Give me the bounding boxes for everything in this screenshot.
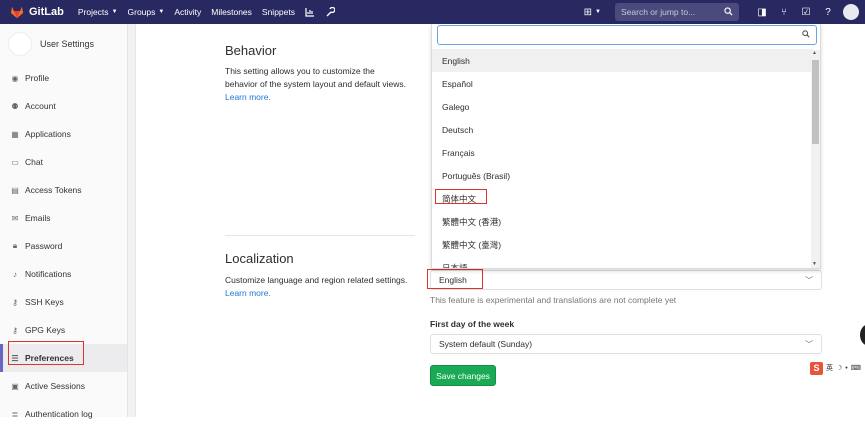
dropdown-option-simplified-chinese[interactable]: 简体中文 [432, 187, 813, 210]
plus-square-icon: ⊞ [583, 6, 593, 18]
help-icon[interactable]: ? [817, 7, 839, 18]
dropdown-option-traditional-chinese-tw[interactable]: 繁體中文 (臺灣) [432, 233, 813, 256]
scroll-up-icon[interactable]: ▲ [812, 50, 817, 56]
highlight-box-preferences [8, 341, 84, 365]
key-icon: ⚷ [12, 297, 18, 307]
user-avatar[interactable] [843, 4, 859, 20]
bell-icon: ♪ [13, 269, 17, 279]
first-day-label: First day of the week [430, 319, 515, 329]
chat-icon: ▭ [11, 157, 19, 167]
monitor-icon: ▣ [11, 381, 19, 391]
localization-description: Customize language and region related se… [225, 275, 408, 300]
ime-toolbar[interactable]: S 英 ☽ • ⌨ [810, 361, 861, 375]
nav-activity[interactable]: Activity [174, 7, 201, 17]
chevron-down-icon: ﹀ [805, 275, 813, 285]
dropdown-scrollbar[interactable]: ▲ ▼ [811, 50, 820, 268]
sidebar-item-applications[interactable]: ▦ Applications [0, 120, 127, 148]
sidebar-item-access-tokens[interactable]: ▤ Access Tokens [0, 176, 127, 204]
sogou-ime-icon: S [810, 361, 823, 375]
lock-icon: 🔒︎ [12, 241, 18, 250]
localization-learn-more-link[interactable]: Learn more. [225, 287, 407, 300]
key-icon: ⚷ [12, 325, 18, 335]
dropdown-search-input[interactable] [442, 28, 792, 38]
sidebar-item-password[interactable]: 🔒︎ Password [0, 232, 127, 260]
save-changes-button[interactable]: Save changes [430, 365, 496, 386]
token-icon: ▤ [11, 185, 19, 195]
scroll-down-icon[interactable]: ▼ [812, 261, 817, 267]
todo-icon[interactable]: ☑ [795, 7, 817, 18]
search-icon [724, 6, 733, 18]
sidebar-title: User Settings [40, 39, 95, 49]
dot-icon: • [845, 364, 848, 372]
sidebar-item-authentication-log[interactable]: ≣ Authentication log [0, 400, 127, 428]
language-help-text: This feature is experimental and transla… [430, 295, 677, 305]
grid-icon: ▦ [11, 129, 19, 139]
tanuki-logo-icon [10, 6, 24, 19]
page-scrollbar[interactable] [128, 24, 136, 417]
search-input[interactable] [621, 7, 716, 17]
first-day-select[interactable]: System default (Sunday) ﹀ [430, 334, 822, 354]
dropdown-option-traditional-chinese-hk[interactable]: 繁體中文 (香港) [432, 210, 813, 233]
nav-projects[interactable]: Projects ▼ [78, 7, 118, 17]
user-circle-icon: ◉ [11, 73, 19, 83]
chevron-down-icon: ▼ [595, 9, 601, 15]
sidebar-item-account[interactable]: ⚉ Account [0, 92, 127, 120]
dropdown-option-francais[interactable]: Français [432, 141, 813, 164]
chart-icon[interactable] [305, 7, 315, 17]
keyboard-icon: ⌨ [850, 365, 861, 372]
chevron-down-icon: ﹀ [805, 339, 813, 349]
account-icon: ⚉ [11, 101, 19, 111]
merge-request-icon[interactable]: ⑂ [773, 7, 795, 18]
brand-name: GitLab [29, 6, 64, 18]
section-divider [225, 235, 415, 236]
highlight-box-simplified-chinese [435, 189, 487, 204]
behavior-title: Behavior [225, 43, 277, 58]
sidebar-item-ssh-keys[interactable]: ⚷ SSH Keys [0, 288, 127, 316]
nav-groups[interactable]: Groups ▼ [128, 7, 165, 17]
dropdown-scroll-thumb[interactable] [812, 60, 819, 144]
sidebar-item-emails[interactable]: ✉ Emails [0, 204, 127, 232]
wrench-icon[interactable] [325, 7, 335, 17]
gitlab-logo[interactable]: GitLab [10, 5, 78, 19]
first-day-selected-value: System default (Sunday) [439, 339, 533, 349]
nav-snippets[interactable]: Snippets [262, 7, 295, 17]
sidebar-item-profile[interactable]: ◉ Profile [0, 64, 127, 92]
sidebar-item-chat[interactable]: ▭ Chat [0, 148, 127, 176]
highlight-box-language [427, 269, 483, 289]
chevron-down-icon: ▼ [158, 9, 165, 15]
envelope-icon: ✉ [11, 213, 19, 223]
behavior-learn-more-link[interactable]: Learn more. [225, 91, 406, 104]
dropdown-search[interactable] [437, 25, 817, 45]
list-icon: ≣ [11, 409, 19, 419]
dropdown-option-english[interactable]: English [432, 49, 813, 72]
language-dropdown: English Español Galego Deutsch Français … [431, 24, 821, 269]
dropdown-option-galego[interactable]: Galego [432, 95, 813, 118]
chevron-down-icon: ▼ [111, 9, 118, 15]
new-item-button[interactable]: ⊞ ▼ [584, 7, 601, 18]
localization-title: Localization [225, 251, 294, 266]
nav-milestones[interactable]: Milestones [211, 7, 252, 17]
moon-icon: ☽ [836, 365, 843, 372]
dropdown-option-deutsch[interactable]: Deutsch [432, 118, 813, 141]
search-icon [802, 30, 810, 40]
dropdown-option-espanol[interactable]: Español [432, 72, 813, 95]
global-search[interactable] [615, 3, 739, 21]
top-navbar: GitLab Projects ▼ Groups ▼ Activity Milest… [0, 0, 865, 24]
dropdown-option-japanese[interactable]: 日本語 [432, 256, 813, 269]
dropdown-option-portugues-brasil[interactable]: Português (Brasil) [432, 164, 813, 187]
behavior-description: This setting allows you to customize the… [225, 66, 406, 104]
language-select[interactable]: English ﹀ [430, 270, 822, 290]
floating-action-button[interactable] [860, 324, 865, 346]
sidebar-item-active-sessions[interactable]: ▣ Active Sessions [0, 372, 127, 400]
ime-language-label: 英 [826, 365, 833, 372]
sidebar-header: User Settings [0, 24, 127, 64]
avatar [8, 32, 32, 56]
sidebar-toggle-icon[interactable]: ◨ [751, 7, 773, 18]
sidebar-item-notifications[interactable]: ♪ Notifications [0, 260, 127, 288]
sidebar-item-gpg-keys[interactable]: ⚷ GPG Keys [0, 316, 127, 344]
